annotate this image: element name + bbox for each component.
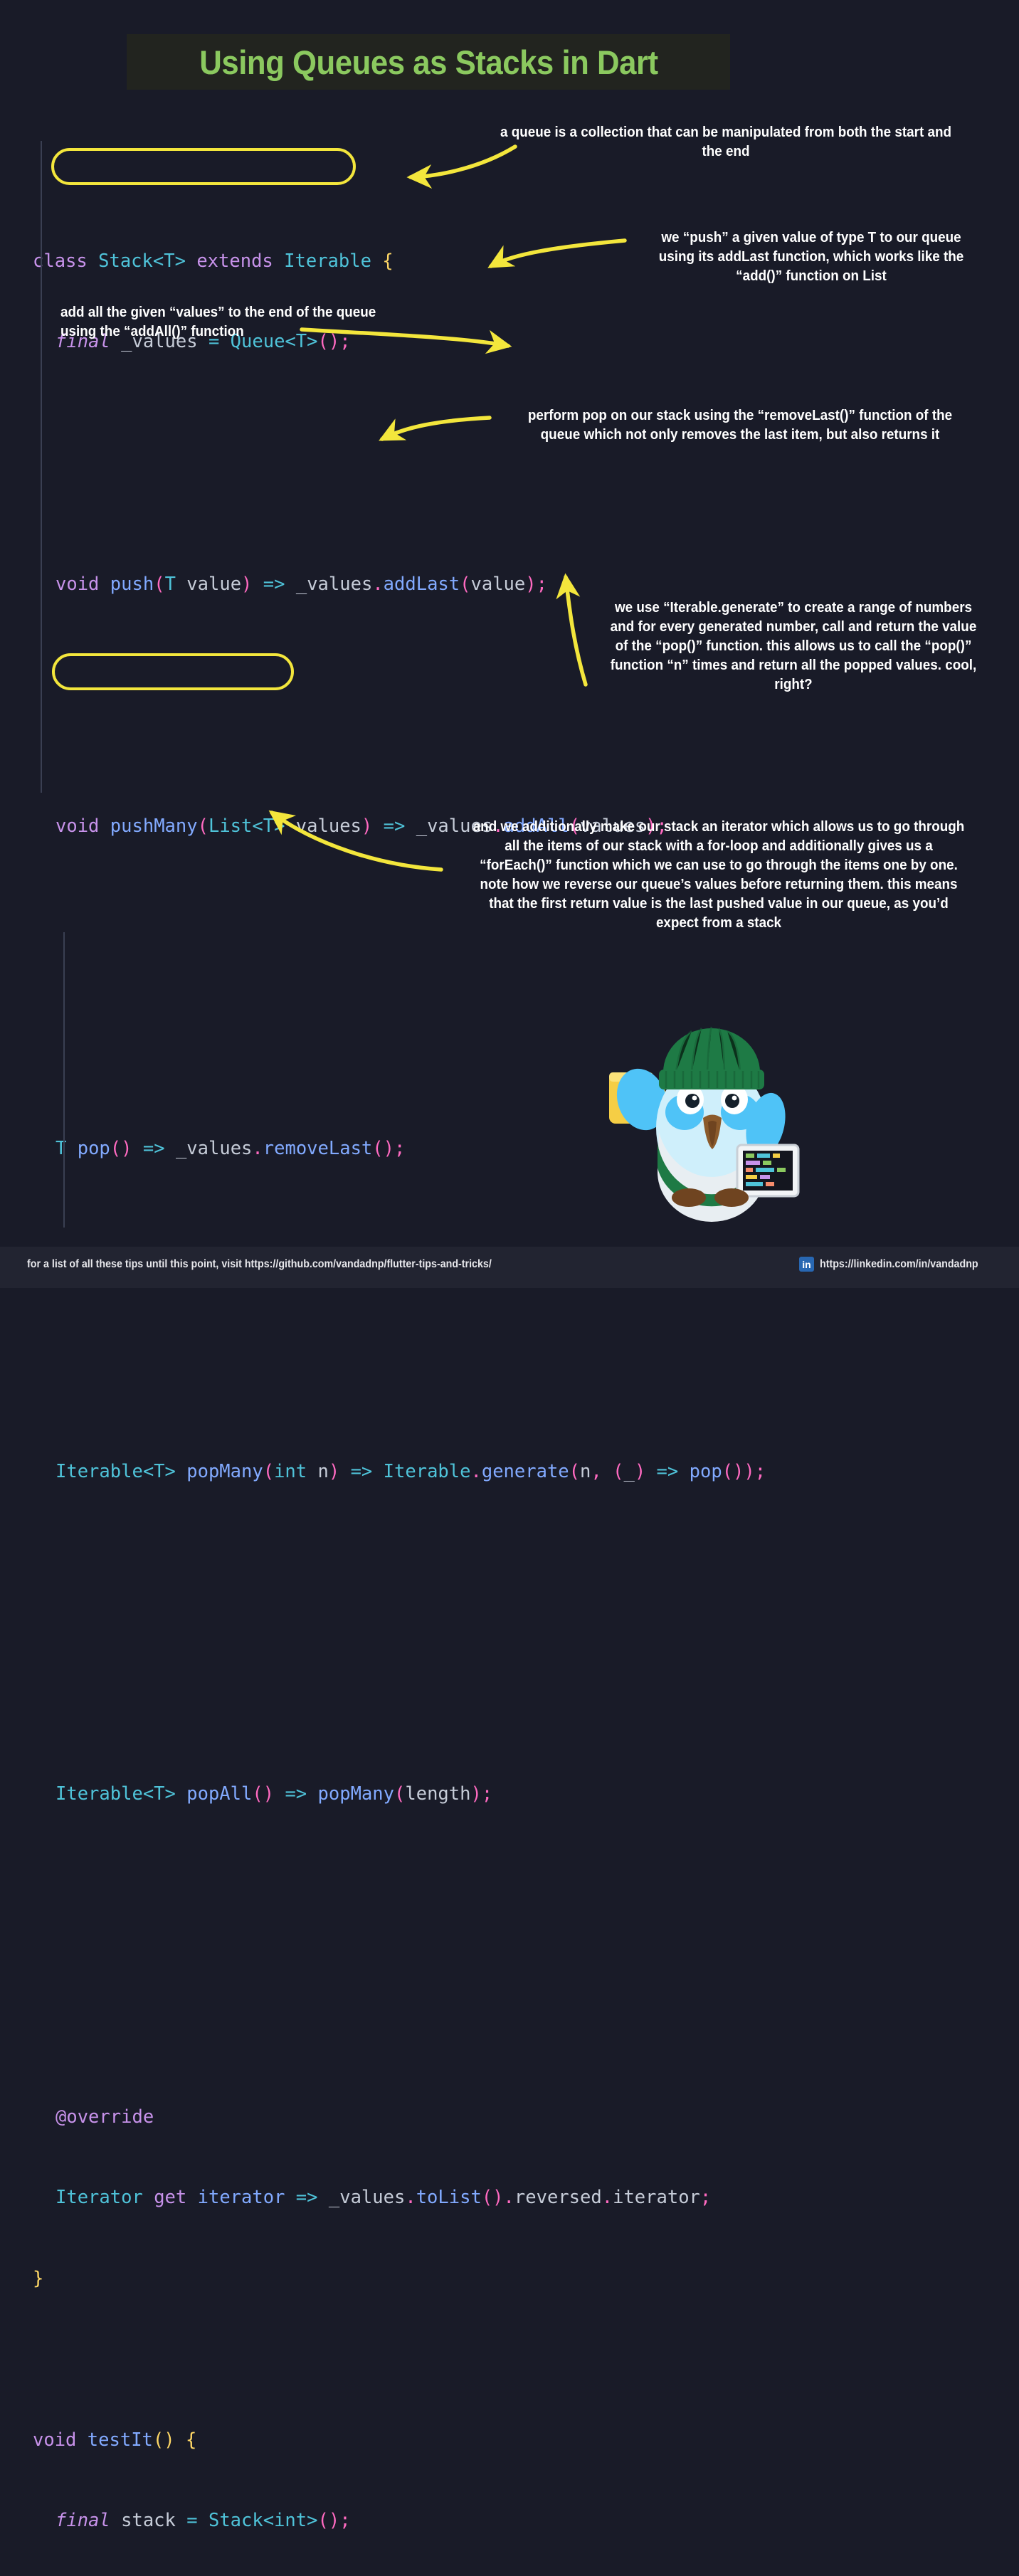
indent-guide [63, 932, 65, 1228]
code-line: Iterator get iterator => _values.toList(… [56, 2187, 712, 2209]
code-line: Iterable<T> popMany(int n) => Iterable.g… [56, 1460, 766, 1482]
annotation-pushmany-addall: add all the given “values” to the end of… [60, 304, 376, 339]
tablet-icon [736, 1144, 800, 1198]
footer-github-link[interactable]: for a list of all these tips until this … [27, 1258, 492, 1271]
code-line: void push(T value) => _values.addLast(va… [56, 573, 547, 595]
annotation-pop-removelast: perform pop on our stack using the “remo… [527, 407, 953, 443]
code-line: final stack = Stack<int>(); [56, 2509, 351, 2531]
footer-bar: for a list of all these tips until this … [0, 1247, 1019, 1288]
annotation-iterator-override: and we additionally make our stack an it… [472, 818, 965, 931]
indent-guide [41, 141, 42, 793]
code-line: } [33, 2267, 44, 2289]
code-block: class Stack<T> extends Iterable { final … [0, 114, 889, 2576]
title-banner: Using Queues as Stacks in Dart [127, 34, 730, 90]
annotation-queue-collection: a queue is a collection that can be mani… [500, 124, 951, 159]
code-line: @override [56, 2106, 154, 2128]
annotation-iterable-generate: we use “Iterable.generate” to create a r… [610, 599, 977, 692]
dash-bird-mascot [609, 1026, 800, 1222]
annotation-push-addlast: we “push” a given value of type T to our… [658, 229, 964, 284]
code-line: Iterable<T> popAll() => popMany(length); [56, 1783, 493, 1805]
footer-linkedin-link[interactable]: https://linkedin.com/in/vandadnp [820, 1258, 978, 1271]
page-title: Using Queues as Stacks in Dart [199, 43, 658, 81]
linkedin-icon: in [799, 1257, 815, 1272]
code-line: void testIt() { [33, 2429, 197, 2451]
